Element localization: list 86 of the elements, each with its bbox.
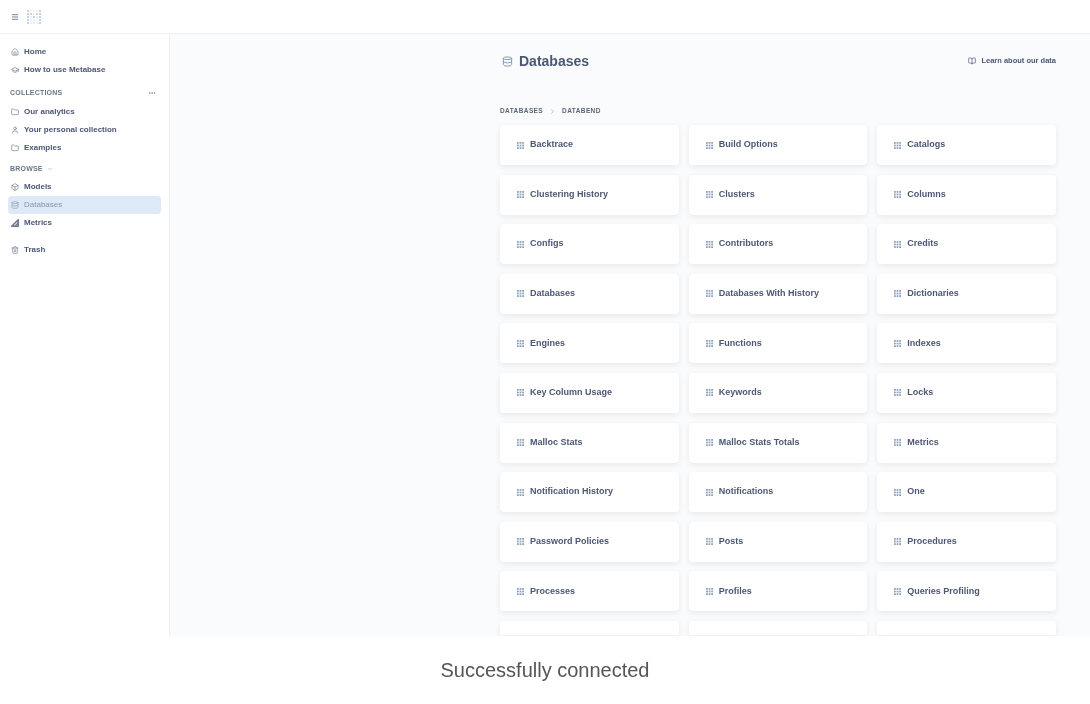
table-icon — [517, 290, 524, 298]
menu-icon[interactable] — [11, 12, 19, 21]
table-card[interactable]: Engines — [500, 323, 679, 364]
sidebar-item[interactable]: Home — [8, 43, 161, 61]
cube-icon — [11, 183, 19, 191]
table-card[interactable]: Databases — [500, 273, 679, 314]
sidebar-item[interactable]: Models — [8, 178, 161, 196]
table-icon — [894, 587, 902, 595]
table-card[interactable]: Clusters — [688, 174, 868, 215]
chevron-right-icon — [549, 107, 557, 115]
table-card[interactable]: Clustering History — [500, 174, 679, 215]
ruler-triangle-icon — [11, 219, 19, 227]
table-card[interactable]: Malloc Stats Totals — [688, 422, 868, 463]
table-icon — [894, 439, 902, 447]
chevron-down-icon[interactable] — [46, 166, 53, 172]
table-icon — [705, 191, 713, 199]
logo-icon[interactable] — [27, 9, 41, 24]
graduation-cap-icon — [11, 66, 19, 74]
table-icon — [894, 389, 902, 397]
page-title: Databases — [519, 51, 590, 71]
table-card[interactable]: Posts — [688, 521, 868, 562]
table-card[interactable]: Locks — [877, 372, 1056, 413]
table-card[interactable]: Configs — [500, 224, 679, 265]
table-card[interactable]: Notification History — [500, 472, 679, 513]
sidebar-item[interactable]: Metrics — [8, 214, 161, 232]
home-icon — [11, 48, 19, 56]
sidebar-item[interactable]: Your personal collection — [8, 121, 161, 139]
trash-icon — [11, 246, 19, 254]
database-icon — [502, 55, 513, 67]
table-icon — [894, 141, 902, 149]
table-icon — [517, 240, 524, 248]
table-card[interactable]: Queries Profiling — [877, 571, 1056, 612]
table-card[interactable]: Dictionaries — [877, 273, 1056, 314]
folder-icon — [11, 108, 19, 116]
table-icon — [894, 240, 902, 248]
table-card[interactable]: Password Policies — [500, 521, 679, 562]
table-icon — [517, 191, 524, 199]
table-icon — [517, 339, 524, 347]
table-icon — [894, 191, 902, 199]
table-card[interactable]: Databases With History — [688, 273, 868, 314]
table-card[interactable]: Procedures — [877, 521, 1056, 562]
book-icon — [968, 57, 977, 65]
table-card[interactable]: Backtrace — [500, 125, 679, 165]
table-icon — [517, 141, 524, 149]
table-icon — [705, 240, 713, 248]
table-card[interactable]: Metrics — [877, 422, 1056, 463]
table-card[interactable]: Functions — [688, 323, 868, 364]
table-card[interactable]: Keywords — [688, 372, 868, 413]
table-card[interactable]: Contributors — [688, 224, 868, 265]
table-card[interactable]: Notifications — [688, 472, 868, 513]
table-icon — [705, 439, 713, 447]
table-icon — [705, 290, 713, 298]
table-icon — [894, 538, 902, 546]
sidebar-item[interactable]: How to use Metabase — [8, 61, 161, 79]
table-icon — [705, 488, 713, 496]
table-icon — [894, 488, 902, 496]
table-card[interactable]: Build Options — [688, 125, 868, 165]
table-icon — [705, 587, 713, 595]
sidebar-item[interactable]: Our analytics — [8, 103, 161, 121]
table-icon — [517, 439, 524, 447]
table-icon — [705, 141, 713, 149]
more-icon[interactable] — [148, 89, 156, 97]
table-icon — [517, 587, 524, 595]
table-icon — [517, 538, 524, 546]
table-card[interactable]: Columns — [877, 174, 1056, 215]
table-icon — [705, 339, 713, 347]
folder-icon — [11, 144, 19, 152]
table-card[interactable]: Indexes — [877, 323, 1056, 364]
caption-text: Successfully connected — [440, 658, 650, 683]
table-icon — [705, 538, 713, 546]
table-icon — [517, 389, 524, 397]
table-icon — [894, 339, 902, 347]
sidebar-item[interactable]: Examples — [8, 139, 161, 157]
table-card[interactable]: Processes — [500, 571, 679, 612]
table-card[interactable]: Malloc Stats — [500, 422, 679, 463]
table-icon — [894, 290, 902, 298]
table-card[interactable]: Profiles — [688, 571, 868, 612]
sidebar-item[interactable]: Trash — [8, 241, 161, 259]
table-icon — [705, 389, 713, 397]
table-card[interactable]: Catalogs — [877, 125, 1056, 165]
table-card[interactable]: Credits — [877, 224, 1056, 265]
table-icon — [517, 488, 524, 496]
table-card[interactable]: One — [877, 472, 1056, 513]
database-icon — [11, 201, 19, 209]
table-card[interactable]: Key Column Usage — [500, 372, 679, 413]
person-icon — [11, 126, 19, 134]
